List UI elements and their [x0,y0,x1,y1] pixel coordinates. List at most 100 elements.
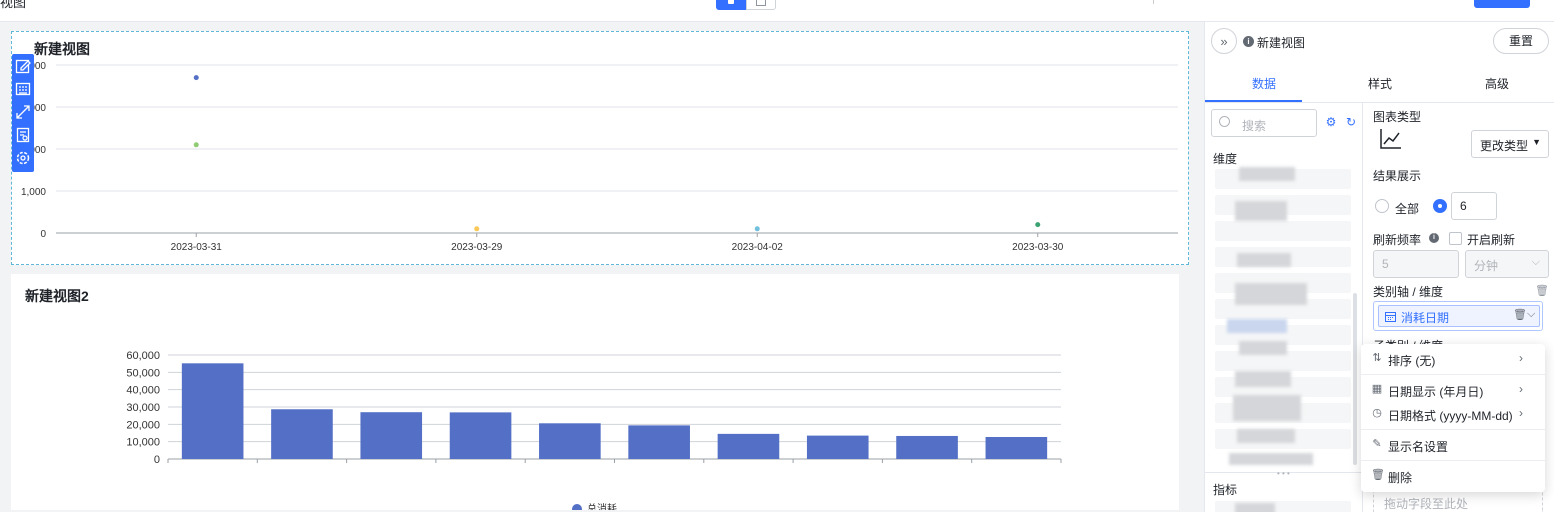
refresh-frequency-label: 刷新频率 [1373,233,1422,247]
redacted-field-name [1235,371,1291,387]
chart-view-1[interactable]: 0 1,000 000 000 000 2023-03-31 2023-03-29 2023-… [11,31,1189,265]
auto-refresh-checkbox[interactable] [1449,232,1462,245]
tab-data[interactable]: 数据 [1252,75,1276,92]
x-tick-label: 2023-04-02 [732,242,784,253]
scatter-chart: 01,0000000000002023-03-31 2023-03-29 2023-… [21,61,1178,253]
bar-chart: 0 10,000 20,000 30,000 40,000 50,000 60,000 总消耗 [126,350,1062,510]
menu-item-display-name[interactable]: ✎ 显示名设置 [1361,431,1545,459]
dimension-section-label: 维度 [1213,152,1238,166]
auto-refresh-label: 开启刷新 [1467,233,1516,247]
y-tick-label: 50,000 [126,367,160,379]
view-2-title: 新建视图2 [25,288,89,304]
result-count-input[interactable]: 6 [1451,192,1497,220]
divider [1153,0,1154,4]
data-point [193,75,199,81]
category-axis-label: 类别轴 / 维度 [1373,285,1444,299]
menu-item-label: 显示名设置 [1388,440,1449,454]
layout-toggle[interactable] [716,0,776,10]
reset-button[interactable]: 重置 [1493,28,1549,54]
collapse-panel-button[interactable]: » [1211,28,1237,54]
y-tick-label: 30,000 [126,402,160,414]
field-list-scrollbar[interactable] [1353,293,1357,465]
edit-icon[interactable] [14,57,32,75]
category-field-chip[interactable]: 消耗日期 🗑 ⌵ [1378,305,1540,327]
line-chart-icon [1380,129,1401,149]
y-tick-label: 1,000 [21,187,46,198]
menu-item-label: 日期显示 (年月日) [1388,385,1484,399]
trash-icon[interactable]: 🗑 [1535,284,1549,297]
trash-icon: 🗑 [1371,469,1385,481]
trash-icon[interactable]: 🗑 [1513,308,1527,321]
panel-view-name: 新建视图 [1257,36,1306,50]
y-tick-label: 0 [40,229,46,240]
refresh-interval-input[interactable]: 5 [1373,250,1459,278]
info-icon: i [1429,233,1439,243]
top-bar: 视图 [0,0,1554,22]
data-point [1035,222,1041,228]
category-field-name: 消耗日期 [1401,311,1450,325]
primary-action-button[interactable] [1474,0,1530,8]
field-search-input[interactable]: 搜索 [1211,109,1317,137]
edit-icon: ✎ [1372,438,1382,450]
menu-item-date-format[interactable]: ◷ 日期格式 (yyyy-MM-dd) › [1361,400,1545,428]
y-tick-label: 20,000 [126,419,160,431]
data-point [474,226,480,232]
y-tick-label: 40,000 [126,385,160,397]
menu-item-label: 排序 (无) [1388,354,1436,368]
result-count-radio[interactable] [1433,199,1447,213]
redacted-field-name [1229,453,1313,465]
result-all-radio[interactable] [1375,199,1389,213]
bar [271,409,333,459]
bar [896,435,958,459]
menu-separator [1361,460,1545,461]
calendar-icon: ▦ [1371,383,1383,395]
view-toolbar [12,54,34,172]
layout-icon[interactable] [14,80,32,98]
menu-item-delete[interactable]: 🗑 删除 [1361,462,1545,490]
settings-icon[interactable] [14,149,32,167]
settings-icon[interactable]: ⚙ [1324,115,1338,129]
fullscreen-icon[interactable] [14,103,32,121]
menu-item-sort[interactable]: ⇅ 排序 (无) › [1361,345,1545,373]
redacted-field-name [1237,253,1291,267]
redacted-field-name [1239,167,1295,181]
layout-toggle-active[interactable] [716,0,746,10]
tab-advanced[interactable]: 高级 [1485,75,1509,92]
chevron-right-icon: › [1519,406,1523,420]
refresh-unit-select[interactable]: 分钟 ⌵ [1465,250,1549,278]
result-all-label: 全部 [1395,202,1420,216]
double-chevron-right-icon: » [1220,33,1228,49]
menu-separator [1361,374,1545,375]
field-list: 搜索 ⚙ ↻ 维度 • • • 指标 [1205,103,1363,512]
category-axis-dropzone[interactable]: 消耗日期 🗑 ⌵ [1373,301,1543,331]
chevron-down-icon: ⌵ [1531,256,1540,268]
tab-style[interactable]: 样式 [1368,75,1392,92]
drop-zone[interactable]: 拖动字段至此处 [1373,489,1543,512]
bar [628,425,690,459]
layout-toggle-inactive[interactable] [746,0,776,10]
redacted-field-name [1235,283,1307,305]
change-chart-type-select[interactable]: 更改类型 ▼ [1471,130,1549,158]
search-placeholder: 搜索 [1242,119,1267,133]
clock-icon: ◷ [1372,407,1382,419]
chevron-down-icon[interactable]: ⌵ [1527,308,1535,321]
legend-marker [572,504,582,510]
resize-handle[interactable]: • • • [1277,469,1290,478]
bar [539,423,601,459]
redacted-field-name [1233,395,1301,421]
redacted-field-name [1235,503,1275,512]
y-tick-label: 10,000 [126,437,160,449]
data-point [193,142,199,148]
legend-label: 总消耗 [587,502,617,510]
result-display-label: 结果展示 [1373,169,1422,183]
detail-icon[interactable] [14,126,32,144]
top-title-fragment: 视图 [0,0,27,10]
redacted-field-name [1235,201,1287,221]
chevron-right-icon: › [1519,351,1523,365]
dimension-field[interactable] [1215,221,1351,241]
sub-category-label: 子类别 / 维度 [1373,337,1443,344]
chart-view-2[interactable]: 0 10,000 20,000 30,000 40,000 50,000 60,000 总消耗… [11,274,1179,510]
refresh-icon[interactable]: ↻ [1344,115,1358,129]
data-point [754,226,760,232]
drop-hint: 拖动字段至此处 [1384,497,1469,511]
